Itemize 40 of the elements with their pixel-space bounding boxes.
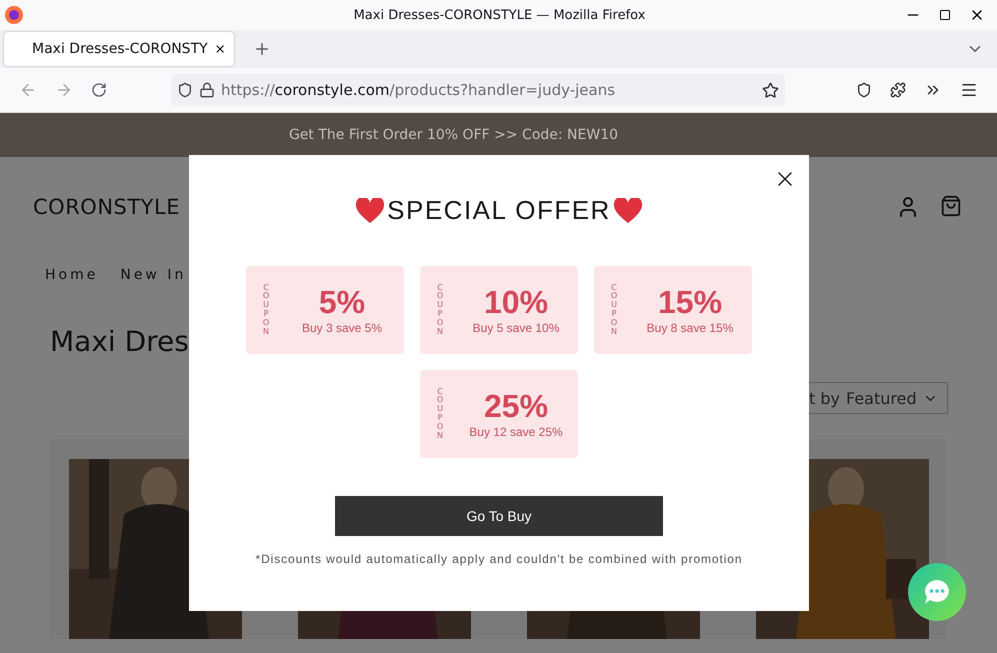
discount-condition: Buy 8 save 15% <box>646 320 734 335</box>
chat-bubble-icon <box>922 578 952 606</box>
disclaimer-text: *Discounts would automatically apply and couldn't be combined with promotion <box>256 552 742 566</box>
nav-link[interactable]: Home <box>45 267 98 307</box>
bag-icon[interactable] <box>940 195 962 217</box>
menu-icon <box>960 81 978 99</box>
url-text: https://coronstyle.com/products?handler=judy-jeans <box>221 81 616 99</box>
discount-condition: Buy 5 save 10% <box>472 320 560 335</box>
bookmark-star-icon[interactable] <box>762 82 779 98</box>
heart-icon <box>355 198 386 224</box>
discount-percent: 10% <box>484 285 548 321</box>
plus-icon <box>253 40 271 58</box>
discount-condition: Buy 12 save 25% <box>469 424 563 439</box>
page-heading: Maxi Dres <box>50 325 189 360</box>
discount-percent: 15% <box>658 285 722 321</box>
offer-title: SPECIAL OFFER <box>387 195 611 226</box>
lock-icon <box>199 82 215 98</box>
heart-icon <box>612 198 643 224</box>
shield-icon <box>177 82 193 98</box>
tab-title: Maxi Dresses-CORONSTY <box>32 41 208 57</box>
address-bar[interactable]: https://coronstyle.com/products?handler=judy-jeans <box>171 74 785 106</box>
store-logo[interactable]: CORONSTYLE <box>33 195 180 219</box>
forward-arrow-icon <box>55 81 73 99</box>
sort-dropdown[interactable]: t by Featured <box>808 382 948 414</box>
window-title: Maxi Dresses-CORONSTYLE — Mozilla Firefox <box>352 8 646 22</box>
announcement-text: Get The First Order 10% OFF >> Code: NEW10 <box>288 127 618 143</box>
reload-icon <box>91 82 107 98</box>
coupon-label: COUPON <box>436 388 444 440</box>
discount-condition: Buy 3 save 5% <box>302 320 382 335</box>
nav-link[interactable]: New In <box>120 267 186 307</box>
browser-tab[interactable]: Maxi Dresses-CORONSTY <box>4 32 234 66</box>
coupon-label: COUPON <box>610 284 618 336</box>
discount-percent: 5% <box>318 285 366 321</box>
coupon-label: COUPON <box>436 284 444 336</box>
firefox-logo-icon <box>4 5 24 25</box>
maximize-icon[interactable] <box>939 9 951 21</box>
go-to-buy-button[interactable]: Go To Buy <box>335 496 663 536</box>
discount-percent: 25% <box>484 389 548 425</box>
coupon-label: COUPON <box>262 284 270 336</box>
puzzle-icon <box>890 82 906 98</box>
